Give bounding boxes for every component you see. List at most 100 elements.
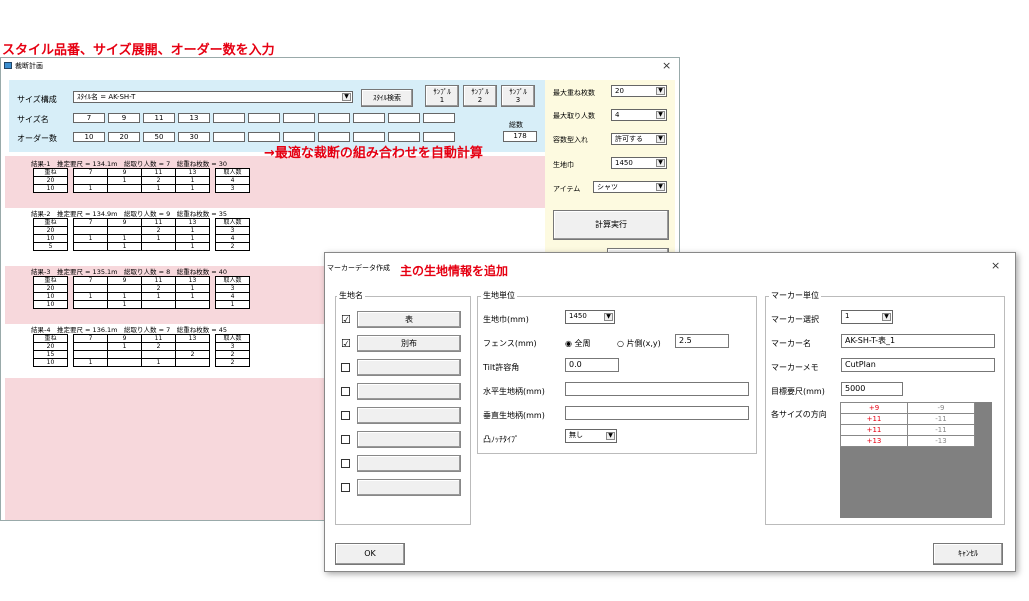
order-field[interactable]: 10	[73, 132, 105, 142]
table-cell: 2	[141, 226, 176, 235]
order-field[interactable]: 20	[108, 132, 140, 142]
size-field[interactable]	[423, 113, 455, 123]
table-cell: 1	[73, 292, 108, 301]
item-combo[interactable]: シャツ ▼	[593, 181, 667, 193]
direction-plus-cell[interactable]: +9	[840, 402, 908, 414]
direction-plus-cell[interactable]: +11	[840, 424, 908, 436]
target-length-input[interactable]: 5000	[841, 382, 903, 396]
table-cell: 2	[141, 342, 176, 351]
capacity-value: 許可する	[615, 135, 643, 143]
fabric-checkbox[interactable]	[341, 435, 350, 444]
size-header: 9	[107, 168, 142, 177]
table-cell	[73, 226, 108, 235]
order-field[interactable]	[423, 132, 455, 142]
fabric-checkbox[interactable]	[341, 387, 350, 396]
max-stack-value: 20	[615, 87, 624, 95]
size-field[interactable]: 9	[108, 113, 140, 123]
fabric-checkbox[interactable]: ☑	[341, 338, 351, 349]
close-icon[interactable]: ×	[662, 59, 671, 72]
order-field[interactable]	[283, 132, 315, 142]
ok-button[interactable]: OK	[335, 543, 405, 565]
direction-minus-cell[interactable]: -9	[907, 402, 975, 414]
fabric-width-combo[interactable]: 1450 ▼	[611, 157, 667, 169]
table-cell: 1	[141, 292, 176, 301]
direction-plus-cell[interactable]: +13	[840, 435, 908, 447]
sample-3-button[interactable]: ｻﾝﾌﾟﾙ 3	[501, 85, 535, 107]
fabric-checkbox[interactable]	[341, 459, 350, 468]
vpattern-input[interactable]	[565, 406, 749, 420]
direction-minus-cell[interactable]: -11	[907, 413, 975, 425]
fabric-name-button[interactable]	[357, 407, 461, 424]
direction-minus-cell[interactable]: -13	[907, 435, 975, 447]
cancel-button[interactable]: ｷｬﾝｾﾙ	[933, 543, 1003, 565]
sample-2-button[interactable]: ｻﾝﾌﾟﾙ 2	[463, 85, 497, 107]
chevron-down-icon: ▼	[656, 183, 665, 191]
fence-input[interactable]: 2.5	[675, 334, 729, 348]
fabric-checkbox[interactable]	[341, 363, 350, 372]
table-cell: 1	[175, 242, 210, 251]
order-field[interactable]	[318, 132, 350, 142]
table-row: 10 1 1	[33, 300, 250, 309]
order-field[interactable]	[388, 132, 420, 142]
max-take-combo[interactable]: 4 ▼	[611, 109, 667, 121]
result-table: 重ね 7 9 11 13 取人数 20 1 2 1 4 10 1 1 1 3	[33, 168, 250, 193]
table-cell: 3	[215, 184, 250, 193]
table-cell: 1	[175, 234, 210, 243]
size-field[interactable]	[248, 113, 280, 123]
table-row: 10 1 1 2	[33, 358, 250, 367]
close-icon[interactable]: ×	[991, 259, 1000, 272]
size-field[interactable]: 7	[73, 113, 105, 123]
max-stack-combo[interactable]: 20 ▼	[611, 85, 667, 97]
fabric-checkbox[interactable]: ☑	[341, 314, 351, 325]
order-label: オーダー数	[17, 134, 57, 143]
max-take-value: 4	[615, 111, 620, 119]
hpattern-input[interactable]	[565, 382, 749, 396]
width-combo[interactable]: 1450 ▼	[565, 310, 615, 324]
order-field[interactable]	[213, 132, 245, 142]
size-field[interactable]	[318, 113, 350, 123]
table-row: 重ね 7 9 11 13 取人数	[33, 334, 250, 343]
fabric-name-button[interactable]: 別布	[357, 335, 461, 352]
tilt-input[interactable]: 0.0	[565, 358, 619, 372]
fabric-name-button[interactable]	[357, 383, 461, 400]
size-field[interactable]	[283, 113, 315, 123]
size-field[interactable]: 13	[178, 113, 210, 123]
size-field[interactable]	[388, 113, 420, 123]
table-cell	[107, 284, 142, 293]
direction-minus-cell[interactable]: -11	[907, 424, 975, 436]
fabric-checkbox[interactable]	[341, 411, 350, 420]
table-cell	[175, 358, 210, 367]
size-field[interactable]	[213, 113, 245, 123]
order-field[interactable]	[353, 132, 385, 142]
sample-1-button[interactable]: ｻﾝﾌﾟﾙ 1	[425, 85, 459, 107]
fabric-name-button[interactable]	[357, 455, 461, 472]
fence-radio-full[interactable]: ◉ 全周	[565, 338, 591, 349]
size-field[interactable]: 11	[143, 113, 175, 123]
style-search-button[interactable]: ｽﾀｲﾙ検索	[361, 89, 413, 107]
size-field[interactable]	[353, 113, 385, 123]
marker-name-input[interactable]: AK-SH-T-表_1	[841, 334, 995, 348]
order-field[interactable]	[248, 132, 280, 142]
table-cell	[107, 226, 142, 235]
order-field[interactable]: 50	[143, 132, 175, 142]
direction-plus-cell[interactable]: +11	[840, 413, 908, 425]
style-combo[interactable]: ｽﾀｲﾙ名 = AK-SH-T ▼	[73, 91, 353, 103]
fabric-name-button[interactable]	[357, 479, 461, 496]
fence-radio-side[interactable]: ○ 片側(x,y)	[617, 338, 661, 349]
notch-combo[interactable]: 無し ▼	[565, 429, 617, 443]
marker-memo-input[interactable]: CutPlan	[841, 358, 995, 372]
marker-select-combo[interactable]: 1 ▼	[841, 310, 893, 324]
table-cell: 10	[33, 300, 68, 309]
capacity-combo[interactable]: 許可する ▼	[611, 133, 667, 145]
table-cell: 2	[215, 358, 250, 367]
order-field[interactable]: 30	[178, 132, 210, 142]
table-cell: 1	[175, 184, 210, 193]
fabric-name-button[interactable]: 表	[357, 311, 461, 328]
calculate-button[interactable]: 計算実行	[553, 210, 669, 240]
marker-name-label: マーカー名	[771, 339, 811, 348]
fabric-name-button[interactable]	[357, 359, 461, 376]
size-header: 9	[107, 218, 142, 227]
fabric-checkbox[interactable]	[341, 483, 350, 492]
hpattern-label: 水平生地柄(mm)	[483, 387, 545, 396]
fabric-name-button[interactable]	[357, 431, 461, 448]
